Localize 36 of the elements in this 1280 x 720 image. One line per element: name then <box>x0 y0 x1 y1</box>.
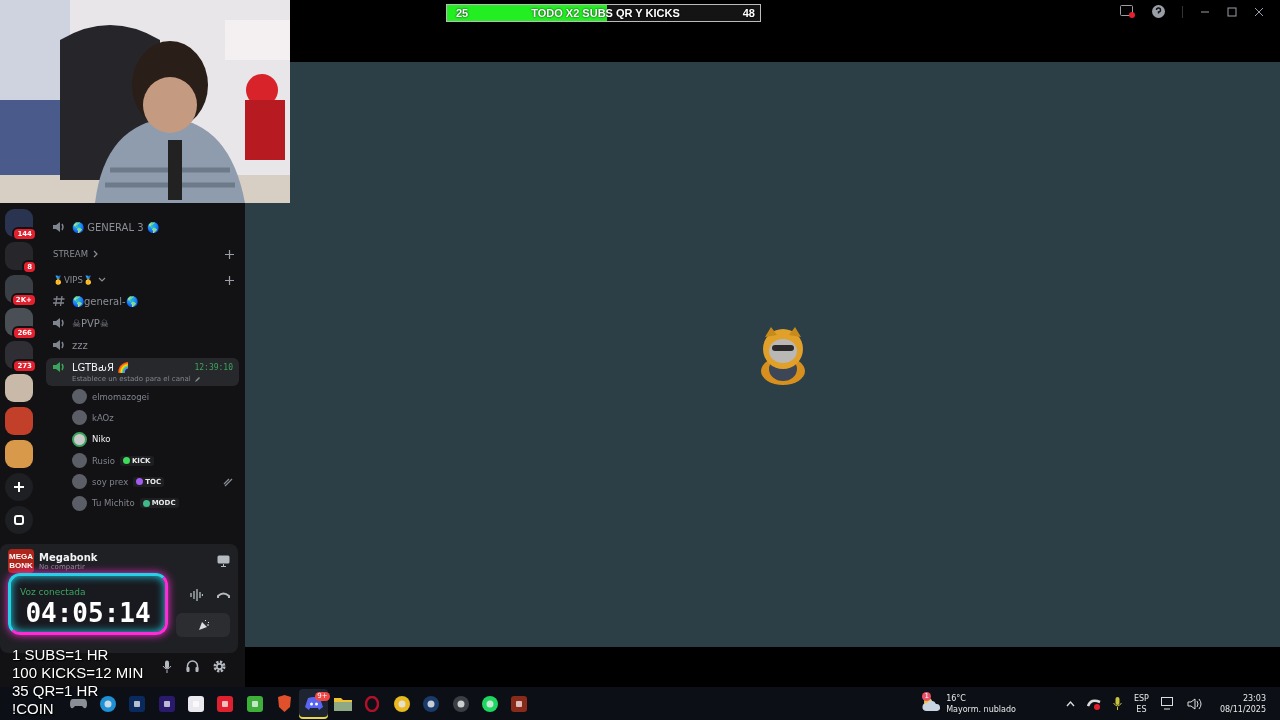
channel-name: 🌎 GENERAL 3 🌎 <box>72 221 159 233</box>
voice-member[interactable]: elmomazogei <box>46 386 239 408</box>
member-name: Rusio <box>92 455 115 466</box>
channel-item[interactable]: 🌎general-🌎 <box>46 290 239 312</box>
member-name: elmomazogei <box>92 391 150 402</box>
member-name: kAOz <box>92 412 114 423</box>
voice-member[interactable]: kAOz <box>46 407 239 429</box>
game-logo: MEGA BONK <box>8 549 34 573</box>
clock-time[interactable]: 23:03 <box>1242 692 1266 704</box>
language-text[interactable]: ESP <box>1133 692 1149 704</box>
category-header[interactable]: STREAM <box>53 249 88 259</box>
goal-rule: 1 SUBS=1 HR <box>12 646 109 664</box>
voice-member[interactable]: Niko <box>46 428 239 450</box>
elapsed-time: 12:39:10 <box>194 362 233 372</box>
channel-item[interactable]: ☠PVP☠ <box>46 312 239 334</box>
category-header[interactable]: 🥇VIPS🥇 <box>53 275 94 285</box>
voice-status: Voz conectada <box>19 587 86 597</box>
member-name: Niko <box>92 434 111 445</box>
member-name: Tu Michito <box>92 498 135 509</box>
member-name: soy prex <box>92 476 129 487</box>
channel-item[interactable]: zzz <box>46 334 239 356</box>
channel-name: zzz <box>72 339 88 351</box>
goal-start: 25 <box>456 7 469 19</box>
goal-rule: 35 QR=1 HR <box>12 682 99 700</box>
goal-rule: !COIN <box>12 700 54 718</box>
channel-item[interactable]: 🌎 GENERAL 3 🌎 <box>46 216 239 238</box>
keyboard-layout-text[interactable]: ES <box>1136 703 1147 715</box>
temperature: 16°C <box>946 692 966 704</box>
goal-target: 48 <box>742 7 755 19</box>
channel-name: ☠PVP☠ <box>72 317 109 329</box>
channel-name: LGTBԃЯ 🌈 <box>72 361 130 373</box>
activity-title: Megabonk <box>39 551 98 563</box>
channel-name: 🌎general-🌎 <box>72 295 138 307</box>
weather-text: Mayorm. nublado <box>946 703 1016 715</box>
clock-date[interactable]: 08/11/2025 <box>1219 703 1266 715</box>
goal-rule: 100 KICKS=12 MIN <box>12 664 144 682</box>
